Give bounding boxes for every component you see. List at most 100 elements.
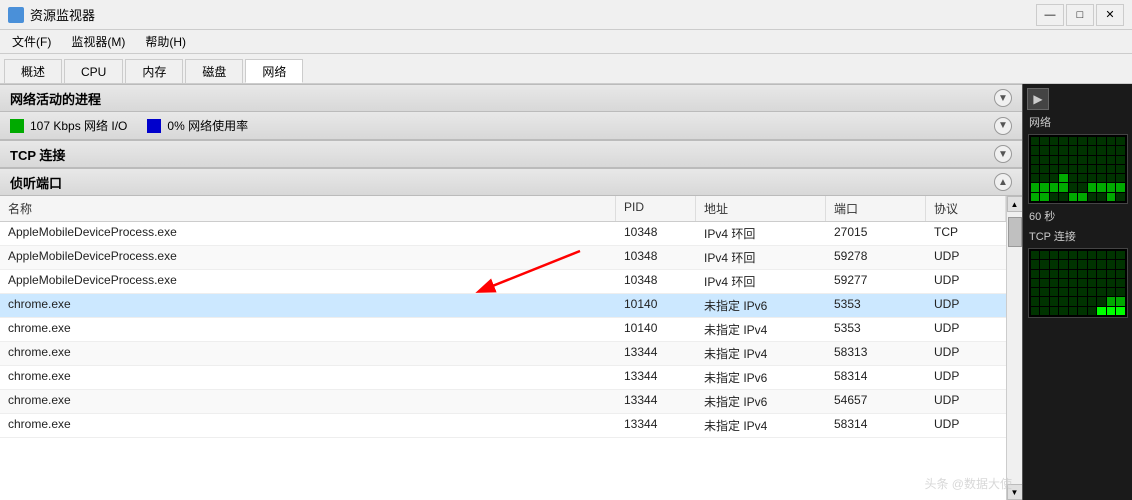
vertical-scrollbar[interactable]: ▲ ▼ — [1006, 196, 1022, 500]
menu-file[interactable]: 文件(F) — [4, 31, 59, 52]
maximize-button[interactable]: □ — [1066, 4, 1094, 26]
cell-port: 59277 — [826, 270, 926, 293]
cell-pid: 10348 — [616, 246, 696, 269]
tcp-connections-chevron[interactable]: ▼ — [994, 145, 1012, 163]
blue-indicator-icon — [147, 119, 161, 133]
table-container: 名称 PID 地址 端口 协议 AppleMobileDeviceProcess… — [0, 196, 1022, 500]
graph-network-label: 网络 — [1029, 114, 1051, 130]
window-controls: — □ ✕ — [1036, 4, 1124, 26]
table-row[interactable]: chrome.exe 13344 未指定 IPv4 58314 UDP — [0, 414, 1006, 438]
network-usage-text: 0% 网络使用率 — [167, 117, 248, 134]
cell-protocol: UDP — [926, 270, 1006, 293]
app-icon — [8, 7, 24, 23]
cell-address: 未指定 IPv6 — [696, 390, 826, 413]
table-header: 名称 PID 地址 端口 协议 — [0, 196, 1006, 222]
cell-name: chrome.exe — [0, 414, 616, 437]
table-row[interactable]: chrome.exe 10140 未指定 IPv6 5353 UDP — [0, 294, 1006, 318]
cell-address: 未指定 IPv4 — [696, 318, 826, 341]
scroll-down-button[interactable]: ▼ — [1007, 484, 1023, 500]
cell-address: IPv4 环回 — [696, 270, 826, 293]
tab-overview[interactable]: 概述 — [4, 59, 62, 83]
cell-protocol: UDP — [926, 366, 1006, 389]
app-title: 资源监视器 — [30, 5, 95, 24]
cell-protocol: UDP — [926, 294, 1006, 317]
close-button[interactable]: ✕ — [1096, 4, 1124, 26]
tab-cpu[interactable]: CPU — [64, 59, 123, 83]
cell-pid: 13344 — [616, 366, 696, 389]
network-processes-chevron[interactable]: ▼ — [994, 89, 1012, 107]
cell-protocol: TCP — [926, 222, 1006, 245]
cell-pid: 10348 — [616, 270, 696, 293]
col-header-pid[interactable]: PID — [616, 196, 696, 221]
main-content: 网络活动的进程 ▼ 107 Kbps 网络 I/O 0% 网络使用率 ▼ — [0, 84, 1132, 500]
cell-protocol: UDP — [926, 414, 1006, 437]
network-io-text: 107 Kbps 网络 I/O — [30, 117, 127, 134]
listen-ports-title: 侦听端口 — [10, 173, 62, 192]
cell-port: 54657 — [826, 390, 926, 413]
cell-pid: 10140 — [616, 294, 696, 317]
cell-name: chrome.exe — [0, 366, 616, 389]
tab-memory[interactable]: 内存 — [125, 59, 183, 83]
tab-network[interactable]: 网络 — [245, 59, 303, 83]
table-row[interactable]: AppleMobileDeviceProcess.exe 10348 IPv4 … — [0, 222, 1006, 246]
col-header-address[interactable]: 地址 — [696, 196, 826, 221]
green-indicator-icon — [10, 119, 24, 133]
cell-port: 58313 — [826, 342, 926, 365]
cell-port: 5353 — [826, 318, 926, 341]
tcp-connections-header[interactable]: TCP 连接 ▼ — [0, 140, 1022, 168]
table-row[interactable]: AppleMobileDeviceProcess.exe 10348 IPv4 … — [0, 246, 1006, 270]
scroll-track[interactable] — [1007, 212, 1023, 484]
table-area: 名称 PID 地址 端口 协议 AppleMobileDeviceProcess… — [0, 196, 1006, 500]
cell-protocol: UDP — [926, 246, 1006, 269]
tab-disk[interactable]: 磁盘 — [185, 59, 243, 83]
title-bar: 资源监视器 — □ ✕ — [0, 0, 1132, 30]
listen-section: 侦听端口 ▲ 名称 PID 地址 端口 协议 AppleMobileDevic — [0, 168, 1022, 500]
network-stat-io: 107 Kbps 网络 I/O — [10, 117, 127, 134]
cell-name: AppleMobileDeviceProcess.exe — [0, 246, 616, 269]
cell-address: IPv4 环回 — [696, 222, 826, 245]
graph-60s-label: 60 秒 — [1029, 208, 1055, 224]
listen-ports-header[interactable]: 侦听端口 ▲ — [0, 168, 1022, 196]
cell-address: 未指定 IPv4 — [696, 342, 826, 365]
tcp-connections-title: TCP 连接 — [10, 145, 65, 164]
table-row[interactable]: AppleMobileDeviceProcess.exe 10348 IPv4 … — [0, 270, 1006, 294]
cell-address: IPv4 环回 — [696, 246, 826, 269]
table-row[interactable]: chrome.exe 13344 未指定 IPv6 58314 UDP — [0, 366, 1006, 390]
table-row[interactable]: chrome.exe 10140 未指定 IPv4 5353 UDP — [0, 318, 1006, 342]
table-row[interactable]: chrome.exe 13344 未指定 IPv6 54657 UDP — [0, 390, 1006, 414]
scroll-up-button[interactable]: ▲ — [1007, 196, 1023, 212]
table-body: AppleMobileDeviceProcess.exe 10348 IPv4 … — [0, 222, 1006, 438]
cell-address: 未指定 IPv6 — [696, 366, 826, 389]
cell-port: 59278 — [826, 246, 926, 269]
cell-protocol: UDP — [926, 390, 1006, 413]
cell-pid: 13344 — [616, 342, 696, 365]
menu-help[interactable]: 帮助(H) — [137, 31, 194, 52]
network-mini-graph — [1028, 134, 1128, 204]
cell-name: chrome.exe — [0, 294, 616, 317]
cell-pid: 10140 — [616, 318, 696, 341]
network-activity-chevron[interactable]: ▼ — [994, 117, 1012, 135]
expand-button[interactable]: ▶ — [1027, 88, 1049, 110]
col-header-protocol[interactable]: 协议 — [926, 196, 1006, 221]
network-processes-header[interactable]: 网络活动的进程 ▼ — [0, 84, 1022, 112]
network-processes-title: 网络活动的进程 — [10, 89, 101, 108]
table-row[interactable]: chrome.exe 13344 未指定 IPv4 58313 UDP — [0, 342, 1006, 366]
minimize-button[interactable]: — — [1036, 4, 1064, 26]
scroll-thumb[interactable] — [1008, 217, 1022, 247]
tab-bar: 概述 CPU 内存 磁盘 网络 — [0, 54, 1132, 84]
network-activity-row: 107 Kbps 网络 I/O 0% 网络使用率 ▼ — [0, 112, 1022, 140]
graph-tcp-label: TCP 连接 — [1029, 228, 1076, 244]
cell-pid: 10348 — [616, 222, 696, 245]
cell-pid: 13344 — [616, 390, 696, 413]
cell-protocol: UDP — [926, 318, 1006, 341]
cell-name: chrome.exe — [0, 318, 616, 341]
listen-ports-chevron[interactable]: ▲ — [994, 173, 1012, 191]
col-header-name[interactable]: 名称 — [0, 196, 616, 221]
col-header-port[interactable]: 端口 — [826, 196, 926, 221]
menu-bar: 文件(F) 监视器(M) 帮助(H) — [0, 30, 1132, 54]
menu-monitor[interactable]: 监视器(M) — [63, 31, 133, 52]
tcp-section: TCP 连接 ▼ — [0, 140, 1022, 168]
cell-port: 27015 — [826, 222, 926, 245]
cell-port: 5353 — [826, 294, 926, 317]
cell-port: 58314 — [826, 414, 926, 437]
